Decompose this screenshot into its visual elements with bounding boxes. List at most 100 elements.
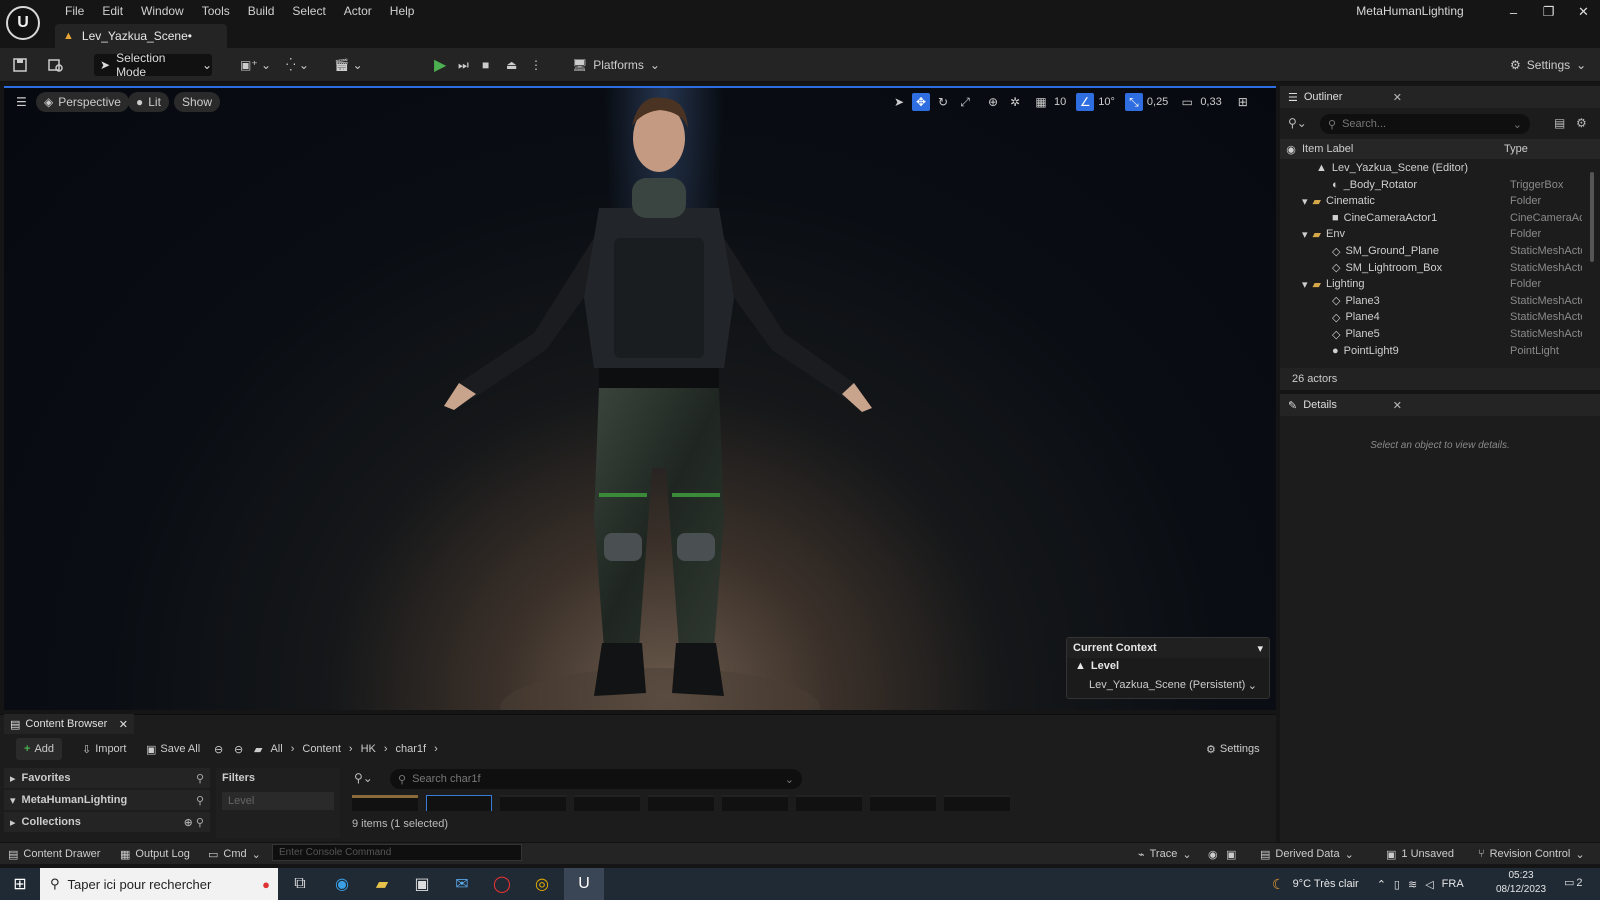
chevron-down-icon[interactable]: ▾: [1302, 228, 1308, 241]
menu-edit[interactable]: Edit: [93, 2, 132, 20]
filter-icon[interactable]: ⚲⌄: [1288, 116, 1307, 130]
chrome-icon[interactable]: ◎: [522, 868, 562, 900]
content-settings-button[interactable]: ⚙ Settings: [1206, 738, 1260, 760]
level-selector[interactable]: Lev_Yazkua_Scene (Persistent) ⌄: [1073, 675, 1263, 695]
settings-dropdown[interactable]: ⚙ Settings ⌄: [1510, 54, 1586, 76]
unreal-taskbar-icon[interactable]: U: [564, 868, 604, 900]
volume-icon[interactable]: ◁: [1425, 878, 1433, 891]
unreal-logo-icon[interactable]: U: [6, 6, 40, 40]
eject-button[interactable]: ⏏︎: [506, 54, 517, 76]
filter-icon[interactable]: ⚲⌄: [354, 771, 373, 785]
viewport-layout-icon[interactable]: ⊞: [1234, 93, 1252, 111]
unsaved-button[interactable]: ▣ 1 Unsaved: [1386, 846, 1454, 862]
language-indicator[interactable]: FRA: [1442, 878, 1464, 890]
asset-thumbnail[interactable]: [500, 795, 566, 811]
store-icon[interactable]: ▣: [402, 868, 442, 900]
save-all-button[interactable]: ▣ Save All: [146, 738, 200, 760]
project-section[interactable]: ▾ MetaHumanLighting ⚲: [4, 790, 210, 810]
asset-thumbnail[interactable]: [648, 795, 714, 811]
device-icon[interactable]: ▯: [1394, 878, 1400, 891]
clock[interactable]: 05:23 08/12/2023: [1496, 869, 1546, 897]
outliner-row[interactable]: ◇ Plane5 StaticMeshActo: [1280, 326, 1582, 342]
asset-thumbnail[interactable]: [574, 795, 640, 811]
taskbar-search-input[interactable]: ⚲ Taper ici pour rechercher ●: [40, 868, 278, 900]
add-collection-icon[interactable]: ⊕ ⚲: [184, 816, 204, 829]
trace-dropdown[interactable]: ⌁ Trace ⌄: [1138, 846, 1192, 862]
cmd-dropdown[interactable]: ▭ Cmd ⌄: [208, 846, 261, 862]
console-input[interactable]: Enter Console Command: [272, 844, 522, 861]
breadcrumb-char1f[interactable]: char1f: [396, 743, 427, 755]
add-actor-icon[interactable]: ▣⁺ ⌄: [240, 54, 271, 76]
rotate-tool-icon[interactable]: ↻: [934, 93, 952, 111]
menu-actor[interactable]: Actor: [335, 2, 381, 20]
collections-section[interactable]: ▸ Collections ⊕ ⚲: [4, 812, 210, 832]
asset-thumbnail[interactable]: [944, 795, 1010, 811]
windows-start-icon[interactable]: ⊞: [0, 868, 40, 900]
menu-file[interactable]: File: [56, 2, 93, 20]
back-button[interactable]: ⊖: [214, 738, 223, 760]
breadcrumb-all[interactable]: All: [270, 743, 282, 755]
chevron-down-icon[interactable]: ▾: [1302, 195, 1308, 208]
camera-speed-value[interactable]: 0,33: [1200, 96, 1221, 108]
menu-window[interactable]: Window: [132, 2, 193, 20]
output-log-button[interactable]: ▦ Output Log: [120, 846, 190, 862]
mail-icon[interactable]: ✉: [442, 868, 482, 900]
scale-tool-icon[interactable]: ⤢: [956, 93, 974, 111]
outliner-row[interactable]: ▲ Lev_Yazkua_Scene (Editor): [1280, 160, 1580, 176]
record-icon[interactable]: ◉: [1208, 846, 1218, 862]
outliner-row[interactable]: ▾ ▰ Env Folder: [1280, 226, 1580, 242]
chevron-up-icon[interactable]: ⌃: [1377, 878, 1386, 891]
asset-thumbnail[interactable]: [426, 795, 492, 811]
save-icon[interactable]: [12, 54, 28, 76]
close-window-button[interactable]: ✕: [1566, 4, 1600, 20]
outliner-tab[interactable]: ☰ Outliner ✕: [1280, 86, 1600, 108]
camera-speed-icon[interactable]: ▭: [1178, 93, 1196, 111]
filter-level[interactable]: Level: [222, 792, 334, 810]
notification-button[interactable]: ▭ 2: [1564, 876, 1583, 890]
minimize-button[interactable]: –: [1496, 5, 1531, 20]
scale-snap-icon[interactable]: ⤡: [1124, 93, 1143, 111]
close-icon[interactable]: ✕: [1393, 91, 1402, 104]
stop-button[interactable]: ■: [482, 54, 489, 76]
collapse-icon[interactable]: ▾: [1257, 642, 1263, 655]
grid-snap-icon[interactable]: ▦: [1032, 93, 1050, 111]
outliner-row[interactable]: ◇ Plane4 StaticMeshActo: [1280, 309, 1582, 325]
content-search-input[interactable]: ⚲ Search char1f ⌄: [390, 769, 802, 789]
lit-button[interactable]: ● Lit: [128, 92, 169, 112]
menu-build[interactable]: Build: [239, 2, 284, 20]
folder-thumbnail[interactable]: [352, 795, 418, 811]
wifi-icon[interactable]: ≋: [1408, 878, 1417, 891]
surface-snap-icon[interactable]: ✲: [1006, 93, 1024, 111]
metahuman-character[interactable]: [434, 88, 884, 710]
weather-text[interactable]: 9°C Très clair: [1293, 878, 1359, 890]
grid-snap-value[interactable]: 10: [1054, 96, 1066, 108]
browse-icon[interactable]: [48, 54, 64, 76]
outliner-scrollbar[interactable]: [1590, 172, 1594, 262]
menu-help[interactable]: Help: [381, 2, 424, 20]
search-icon[interactable]: ⚲: [196, 772, 204, 785]
breadcrumb-hk[interactable]: HK: [361, 743, 376, 755]
perspective-button[interactable]: ◈ Perspective: [36, 92, 129, 112]
world-space-icon[interactable]: ⊕: [984, 93, 1002, 111]
outliner-row[interactable]: ▾ ▰ Lighting Folder: [1280, 276, 1580, 292]
asset-thumbnail[interactable]: [796, 795, 862, 811]
column-item-label[interactable]: Item Label: [1302, 143, 1504, 155]
play-options-icon[interactable]: ⋮: [530, 54, 542, 76]
gear-icon[interactable]: ⚙: [1576, 116, 1587, 130]
edge-icon[interactable]: ◉: [322, 868, 362, 900]
search-icon[interactable]: ⚲: [196, 794, 204, 807]
favorites-section[interactable]: ▸ Favorites ⚲: [4, 768, 210, 788]
play-button[interactable]: ▶: [434, 54, 446, 76]
translate-tool-icon[interactable]: ✥: [912, 93, 930, 111]
outliner-row[interactable]: ◇ SM_Lightroom_Box StaticMeshActo: [1280, 260, 1582, 276]
close-icon[interactable]: ✕: [1393, 399, 1402, 412]
select-tool-icon[interactable]: ➤: [890, 93, 908, 111]
outliner-search-input[interactable]: ⚲ Search... ⌄: [1320, 114, 1530, 134]
content-browser-tab[interactable]: ▤ Content Browser ✕: [4, 714, 134, 734]
rotation-snap-icon[interactable]: ∠: [1076, 93, 1095, 111]
asset-thumbnail[interactable]: [722, 795, 788, 811]
visibility-icon[interactable]: ◉: [1280, 143, 1302, 156]
derived-data-dropdown[interactable]: ▤ Derived Data ⌄: [1260, 846, 1354, 862]
show-button[interactable]: Show: [174, 92, 221, 112]
outliner-row[interactable]: ■ CineCameraActor1 CineCameraAct: [1280, 210, 1582, 226]
